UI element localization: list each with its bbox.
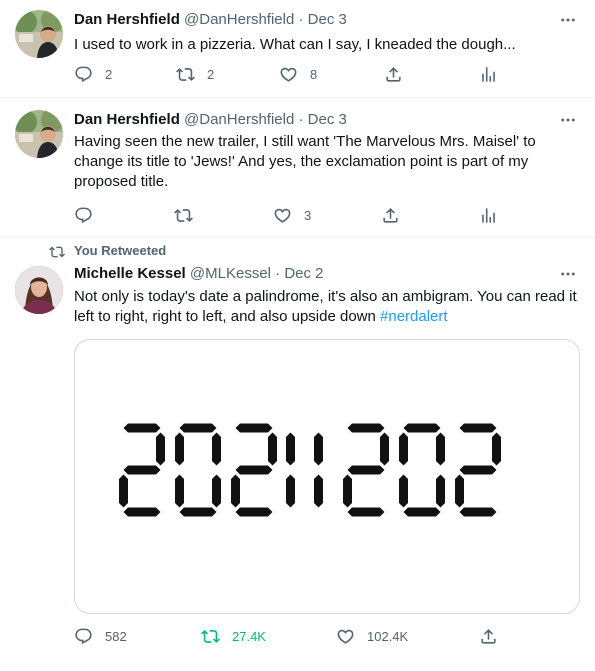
retweet-button[interactable] [174,201,205,229]
tweet-date[interactable]: Dec 3 [308,11,347,28]
tweet-header: Dan Hershfield @DanHershfield · Dec 3 [74,10,347,30]
digit-2 [119,423,165,517]
like-count: 102.4K [367,628,409,644]
like-icon [273,206,292,225]
separator: · [298,11,304,28]
share-button[interactable] [381,201,400,229]
reply-count: 2 [105,66,113,82]
retweet-button[interactable]: 27.4K [201,622,266,650]
retweet-button[interactable]: 2 [176,60,214,88]
avatar-image [15,266,63,314]
share-button[interactable] [479,622,498,650]
tweet-body: Not only is today's date a palindrome, i… [74,288,577,325]
digit-2 [455,423,501,517]
tweet-text: Not only is today's date a palindrome, i… [74,287,584,327]
reply-icon [74,65,93,84]
reply-icon [74,627,93,646]
digit-1 [314,432,323,508]
analytics-button[interactable] [479,201,498,229]
reply-button[interactable] [74,201,105,229]
like-icon [336,627,355,646]
reply-icon [74,206,93,225]
retweeted-icon [49,244,65,260]
author-name[interactable]: Michelle Kessel [74,265,186,282]
tweet-actions: 2 2 8 [64,60,564,88]
digit-0 [399,423,445,517]
tweet-media[interactable]: 20211202 [74,339,580,614]
share-button[interactable] [384,60,403,88]
share-icon [384,65,403,84]
retweet-icon [201,627,220,646]
more-options-icon[interactable] [557,264,579,284]
tweet-header: Dan Hershfield @DanHershfield · Dec 3 [74,110,347,130]
media-image [119,423,501,517]
like-icon [279,65,298,84]
author-handle[interactable]: @MLKessel [190,265,271,282]
author-handle[interactable]: @DanHershfield [184,11,294,28]
like-button[interactable]: 102.4K [336,622,408,650]
retweet-icon [176,65,195,84]
retweet-count: 2 [207,66,215,82]
reply-button[interactable]: 582 [74,622,127,650]
digit-0 [175,423,221,517]
like-count: 3 [304,207,312,223]
avatar-image [15,110,63,158]
analytics-icon [479,206,498,225]
like-count: 8 [310,66,318,82]
tweet-text: Having seen the new trailer, I still wan… [74,133,536,190]
avatar[interactable] [15,266,63,314]
author-handle[interactable]: @DanHershfield [184,111,294,128]
tweet-text: I used to work in a pizzeria. What can I… [74,36,516,53]
hashtag-link[interactable]: #nerdalert [380,308,448,325]
digit-2 [231,423,277,517]
separator: · [298,111,304,128]
digit-1 [286,432,295,508]
share-icon [479,627,498,646]
tweet-actions: 3 [64,201,564,229]
reply-button[interactable]: 2 [74,60,112,88]
retweet-count: 27.4K [232,628,266,644]
avatar[interactable] [15,10,63,58]
tweet-date[interactable]: Dec 3 [308,111,347,128]
digit-2 [343,423,389,517]
like-button[interactable]: 3 [273,201,311,229]
share-icon [381,206,400,225]
like-button[interactable]: 8 [279,60,317,88]
author-name[interactable]: Dan Hershfield [74,111,180,128]
separator: · [275,265,281,282]
avatar[interactable] [15,110,63,158]
analytics-button[interactable] [479,60,498,88]
author-name[interactable]: Dan Hershfield [74,11,180,28]
retweet-label[interactable]: You Retweeted [74,243,166,259]
tweet-1[interactable]: Dan Hershfield @DanHershfield · Dec 3 I … [0,0,595,98]
more-options-icon[interactable] [557,10,579,30]
analytics-icon [479,65,498,84]
tweet-actions: 582 27.4K 102.4K [64,622,564,650]
tweet-date[interactable]: Dec 2 [284,265,323,282]
reply-count: 582 [105,628,127,644]
tweet-2[interactable]: Dan Hershfield @DanHershfield · Dec 3 Ha… [0,98,595,238]
avatar-image [15,10,63,58]
retweet-icon [174,206,193,225]
tweet-header: Michelle Kessel @MLKessel · Dec 2 [74,264,324,284]
more-options-icon[interactable] [557,110,579,130]
